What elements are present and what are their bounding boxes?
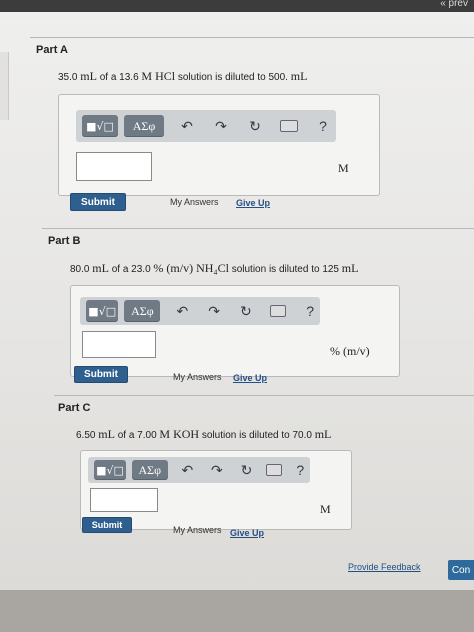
q-value: 80.0: [70, 264, 90, 275]
greek-symbols-button[interactable]: ΑΣφ: [132, 460, 168, 480]
divider: [54, 395, 474, 396]
help-icon[interactable]: ?: [300, 300, 320, 322]
q-unit: mL: [314, 427, 332, 441]
part-c-give-up-link[interactable]: Give Up: [230, 528, 264, 538]
part-b-give-up-link[interactable]: Give Up: [233, 373, 267, 383]
part-a-give-up-link[interactable]: Give Up: [236, 198, 270, 208]
templates-button[interactable]: ■√□: [82, 115, 118, 137]
prev-link[interactable]: « prev: [440, 0, 468, 9]
undo-icon[interactable]: ↶: [176, 115, 198, 137]
part-b-title: Part B: [48, 235, 81, 247]
redo-icon[interactable]: ↷: [207, 459, 227, 481]
redo-icon[interactable]: ↷: [204, 300, 224, 322]
q-unit: mL: [290, 69, 308, 83]
help-icon[interactable]: ?: [290, 459, 310, 481]
q-text: solution is diluted to 70.0: [201, 430, 312, 441]
part-a-answer-input[interactable]: [76, 152, 152, 181]
reset-icon[interactable]: ↻: [236, 300, 256, 322]
part-c-answer-input[interactable]: [90, 488, 158, 512]
reset-icon[interactable]: ↻: [244, 115, 266, 137]
part-a-title: Part A: [36, 44, 68, 56]
part-a-submit-button[interactable]: Submit: [70, 193, 126, 211]
q-text: solution is diluted to 500.: [177, 72, 288, 83]
redo-icon[interactable]: ↷: [210, 115, 232, 137]
q-text: solution is diluted to 125: [231, 264, 339, 275]
q-chem: M KOH: [159, 427, 200, 441]
part-a-unit: M: [338, 161, 349, 175]
desk-surface: [0, 590, 474, 632]
part-b-answer-input[interactable]: [82, 331, 156, 358]
q-unit: mL: [92, 261, 109, 275]
q-text: of a 23.0: [111, 264, 151, 275]
provide-feedback-link[interactable]: Provide Feedback: [348, 562, 421, 572]
q-chem: % (m/v) NH₄Cl: [153, 261, 229, 275]
part-c-math-toolbar: ■√□ ΑΣφ ↶ ↷ ↻ ?: [88, 457, 310, 483]
keyboard-icon[interactable]: [266, 464, 283, 476]
divider: [30, 37, 474, 38]
q-unit: mL: [341, 261, 359, 275]
part-c-title: Part C: [58, 402, 91, 414]
part-a-question: 35.0 mL of a 13.6 M HCl solution is dilu…: [58, 69, 307, 84]
left-panel-edge: [0, 52, 9, 120]
part-b-my-answers-link[interactable]: My Answers: [173, 372, 222, 382]
q-unit: mL: [80, 69, 97, 83]
browser-top-bar: « prev: [0, 0, 474, 12]
undo-icon[interactable]: ↶: [178, 459, 198, 481]
q-value: 6.50: [76, 430, 96, 441]
part-c-question: 6.50 mL of a 7.00 M KOH solution is dilu…: [76, 427, 331, 442]
continue-button[interactable]: Con: [448, 560, 474, 580]
part-c-unit: M: [320, 502, 331, 516]
keyboard-icon[interactable]: [269, 305, 287, 317]
greek-symbols-button[interactable]: ΑΣφ: [124, 300, 161, 322]
greek-symbols-button[interactable]: ΑΣφ: [124, 115, 164, 137]
part-b-question: 80.0 mL of a 23.0 % (m/v) NH₄Cl solution…: [70, 261, 358, 276]
q-text: of a 7.00: [117, 430, 157, 441]
part-b-unit: % (m/v): [330, 344, 370, 358]
part-b-math-toolbar: ■√□ ΑΣφ ↶ ↷ ↻ ?: [80, 297, 320, 325]
part-a-math-toolbar: ■√□ ΑΣφ ↶ ↷ ↻ ?: [76, 110, 336, 142]
part-c-submit-button[interactable]: Submit: [82, 517, 132, 533]
help-icon[interactable]: ?: [312, 115, 334, 137]
part-a-my-answers-link[interactable]: My Answers: [170, 197, 219, 207]
q-chem: M HCl: [141, 69, 176, 83]
templates-button[interactable]: ■√□: [86, 300, 119, 322]
part-c-my-answers-link[interactable]: My Answers: [173, 525, 222, 535]
keyboard-icon[interactable]: [280, 120, 298, 132]
q-text: of a 13.6: [99, 72, 139, 83]
reset-icon[interactable]: ↻: [237, 459, 257, 481]
undo-icon[interactable]: ↶: [172, 300, 192, 322]
templates-button[interactable]: ■√□: [94, 460, 126, 480]
part-b-submit-button[interactable]: Submit: [74, 366, 128, 383]
q-value: 35.0: [58, 72, 78, 83]
divider: [42, 228, 474, 229]
q-unit: mL: [98, 427, 115, 441]
